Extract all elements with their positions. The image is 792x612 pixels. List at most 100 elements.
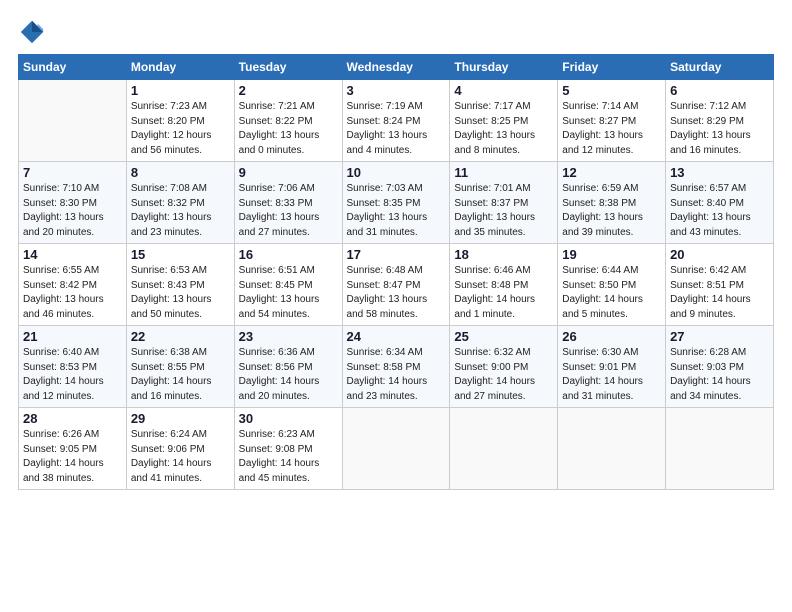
day-cell: 3 Sunrise: 7:19 AM Sunset: 8:24 PM Daylig… bbox=[342, 80, 450, 162]
day-number: 26 bbox=[562, 329, 661, 344]
week-row-4: 28 Sunrise: 6:26 AM Sunset: 9:05 PM Dayli… bbox=[19, 408, 774, 490]
day-number: 29 bbox=[131, 411, 230, 426]
day-cell: 20 Sunrise: 6:42 AM Sunset: 8:51 PM Dayli… bbox=[666, 244, 774, 326]
day-info: Sunrise: 6:40 AM Sunset: 8:53 PM Dayligh… bbox=[23, 346, 122, 404]
day-info: Sunrise: 6:26 AM Sunset: 9:05 PM Dayligh… bbox=[23, 428, 122, 486]
day-info: Sunrise: 7:21 AM Sunset: 8:22 PM Dayligh… bbox=[239, 100, 338, 158]
day-number: 27 bbox=[670, 329, 769, 344]
day-info: Sunrise: 7:08 AM Sunset: 8:32 PM Dayligh… bbox=[131, 182, 230, 240]
day-number: 4 bbox=[454, 83, 553, 98]
day-number: 24 bbox=[347, 329, 446, 344]
week-row-3: 21 Sunrise: 6:40 AM Sunset: 8:53 PM Dayli… bbox=[19, 326, 774, 408]
day-number: 20 bbox=[670, 247, 769, 262]
day-number: 10 bbox=[347, 165, 446, 180]
day-cell: 14Sunrise: 6:55 AM Sunset: 8:42 PM Dayli… bbox=[19, 244, 127, 326]
day-cell: 25Sunrise: 6:32 AM Sunset: 9:00 PM Dayli… bbox=[450, 326, 558, 408]
calendar-header: SundayMondayTuesdayWednesdayThursdayFrid… bbox=[19, 55, 774, 80]
day-number: 13 bbox=[670, 165, 769, 180]
header-cell-friday: Friday bbox=[558, 55, 666, 80]
day-cell bbox=[558, 408, 666, 490]
day-info: Sunrise: 6:44 AM Sunset: 8:50 PM Dayligh… bbox=[562, 264, 661, 322]
day-info: Sunrise: 6:51 AM Sunset: 8:45 PM Dayligh… bbox=[239, 264, 338, 322]
day-cell: 6Sunrise: 7:12 AM Sunset: 8:29 PM Daylig… bbox=[666, 80, 774, 162]
day-cell: 24 Sunrise: 6:34 AM Sunset: 8:58 PM Dayli… bbox=[342, 326, 450, 408]
day-info: Sunrise: 7:23 AM Sunset: 8:20 PM Dayligh… bbox=[131, 100, 230, 158]
header-cell-saturday: Saturday bbox=[666, 55, 774, 80]
day-info: Sunrise: 6:46 AM Sunset: 8:48 PM Dayligh… bbox=[454, 264, 553, 322]
day-cell: 4 Sunrise: 7:17 AM Sunset: 8:25 PM Daylig… bbox=[450, 80, 558, 162]
day-number: 22 bbox=[131, 329, 230, 344]
day-info: Sunrise: 6:23 AM Sunset: 9:08 PM Dayligh… bbox=[239, 428, 338, 486]
day-number: 8 bbox=[131, 165, 230, 180]
day-number: 21 bbox=[23, 329, 122, 344]
day-number: 3 bbox=[347, 83, 446, 98]
day-number: 12 bbox=[562, 165, 661, 180]
day-number: 15 bbox=[131, 247, 230, 262]
day-cell: 11Sunrise: 7:01 AM Sunset: 8:37 PM Dayli… bbox=[450, 162, 558, 244]
day-info: Sunrise: 6:38 AM Sunset: 8:55 PM Dayligh… bbox=[131, 346, 230, 404]
day-cell: 10Sunrise: 7:03 AM Sunset: 8:35 PM Dayli… bbox=[342, 162, 450, 244]
day-info: Sunrise: 7:19 AM Sunset: 8:24 PM Dayligh… bbox=[347, 100, 446, 158]
day-info: Sunrise: 6:24 AM Sunset: 9:06 PM Dayligh… bbox=[131, 428, 230, 486]
week-row-2: 14Sunrise: 6:55 AM Sunset: 8:42 PM Dayli… bbox=[19, 244, 774, 326]
header-cell-sunday: Sunday bbox=[19, 55, 127, 80]
calendar-body: 1 Sunrise: 7:23 AM Sunset: 8:20 PM Daylig… bbox=[19, 80, 774, 490]
day-cell: 28 Sunrise: 6:26 AM Sunset: 9:05 PM Dayli… bbox=[19, 408, 127, 490]
day-number: 17 bbox=[347, 247, 446, 262]
day-cell: 5Sunrise: 7:14 AM Sunset: 8:27 PM Daylig… bbox=[558, 80, 666, 162]
header bbox=[18, 18, 774, 46]
day-cell: 2 Sunrise: 7:21 AM Sunset: 8:22 PM Daylig… bbox=[234, 80, 342, 162]
day-cell: 22 Sunrise: 6:38 AM Sunset: 8:55 PM Dayli… bbox=[126, 326, 234, 408]
header-cell-tuesday: Tuesday bbox=[234, 55, 342, 80]
day-info: Sunrise: 6:48 AM Sunset: 8:47 PM Dayligh… bbox=[347, 264, 446, 322]
day-cell: 30 Sunrise: 6:23 AM Sunset: 9:08 PM Dayli… bbox=[234, 408, 342, 490]
day-cell: 13 Sunrise: 6:57 AM Sunset: 8:40 PM Dayli… bbox=[666, 162, 774, 244]
day-cell: 12 Sunrise: 6:59 AM Sunset: 8:38 PM Dayli… bbox=[558, 162, 666, 244]
header-cell-wednesday: Wednesday bbox=[342, 55, 450, 80]
day-info: Sunrise: 6:36 AM Sunset: 8:56 PM Dayligh… bbox=[239, 346, 338, 404]
day-info: Sunrise: 6:59 AM Sunset: 8:38 PM Dayligh… bbox=[562, 182, 661, 240]
day-cell: 27 Sunrise: 6:28 AM Sunset: 9:03 PM Dayli… bbox=[666, 326, 774, 408]
day-number: 18 bbox=[454, 247, 553, 262]
page: SundayMondayTuesdayWednesdayThursdayFrid… bbox=[0, 0, 792, 500]
day-info: Sunrise: 6:57 AM Sunset: 8:40 PM Dayligh… bbox=[670, 182, 769, 240]
day-cell: 26 Sunrise: 6:30 AM Sunset: 9:01 PM Dayli… bbox=[558, 326, 666, 408]
day-cell: 9Sunrise: 7:06 AM Sunset: 8:33 PM Daylig… bbox=[234, 162, 342, 244]
day-cell: 18 Sunrise: 6:46 AM Sunset: 8:48 PM Dayli… bbox=[450, 244, 558, 326]
day-info: Sunrise: 6:53 AM Sunset: 8:43 PM Dayligh… bbox=[131, 264, 230, 322]
day-number: 14 bbox=[23, 247, 122, 262]
day-cell: 16 Sunrise: 6:51 AM Sunset: 8:45 PM Dayli… bbox=[234, 244, 342, 326]
day-number: 30 bbox=[239, 411, 338, 426]
day-cell bbox=[450, 408, 558, 490]
day-number: 28 bbox=[23, 411, 122, 426]
day-number: 19 bbox=[562, 247, 661, 262]
day-cell bbox=[19, 80, 127, 162]
day-number: 11 bbox=[454, 165, 553, 180]
day-info: Sunrise: 7:17 AM Sunset: 8:25 PM Dayligh… bbox=[454, 100, 553, 158]
calendar: SundayMondayTuesdayWednesdayThursdayFrid… bbox=[18, 54, 774, 490]
day-number: 16 bbox=[239, 247, 338, 262]
day-info: Sunrise: 6:34 AM Sunset: 8:58 PM Dayligh… bbox=[347, 346, 446, 404]
day-cell: 15 Sunrise: 6:53 AM Sunset: 8:43 PM Dayli… bbox=[126, 244, 234, 326]
day-cell: 8 Sunrise: 7:08 AM Sunset: 8:32 PM Daylig… bbox=[126, 162, 234, 244]
day-cell bbox=[342, 408, 450, 490]
day-info: Sunrise: 7:06 AM Sunset: 8:33 PM Dayligh… bbox=[239, 182, 338, 240]
day-cell: 17 Sunrise: 6:48 AM Sunset: 8:47 PM Dayli… bbox=[342, 244, 450, 326]
day-cell: 19 Sunrise: 6:44 AM Sunset: 8:50 PM Dayli… bbox=[558, 244, 666, 326]
header-cell-thursday: Thursday bbox=[450, 55, 558, 80]
day-number: 25 bbox=[454, 329, 553, 344]
day-info: Sunrise: 6:42 AM Sunset: 8:51 PM Dayligh… bbox=[670, 264, 769, 322]
logo bbox=[18, 18, 50, 46]
day-info: Sunrise: 6:30 AM Sunset: 9:01 PM Dayligh… bbox=[562, 346, 661, 404]
day-cell bbox=[666, 408, 774, 490]
day-number: 2 bbox=[239, 83, 338, 98]
day-cell: 23Sunrise: 6:36 AM Sunset: 8:56 PM Dayli… bbox=[234, 326, 342, 408]
day-info: Sunrise: 7:10 AM Sunset: 8:30 PM Dayligh… bbox=[23, 182, 122, 240]
day-info: Sunrise: 6:28 AM Sunset: 9:03 PM Dayligh… bbox=[670, 346, 769, 404]
day-info: Sunrise: 7:12 AM Sunset: 8:29 PM Dayligh… bbox=[670, 100, 769, 158]
day-cell: 7 Sunrise: 7:10 AM Sunset: 8:30 PM Daylig… bbox=[19, 162, 127, 244]
day-cell: 21 Sunrise: 6:40 AM Sunset: 8:53 PM Dayli… bbox=[19, 326, 127, 408]
day-number: 1 bbox=[131, 83, 230, 98]
day-cell: 29 Sunrise: 6:24 AM Sunset: 9:06 PM Dayli… bbox=[126, 408, 234, 490]
day-number: 7 bbox=[23, 165, 122, 180]
